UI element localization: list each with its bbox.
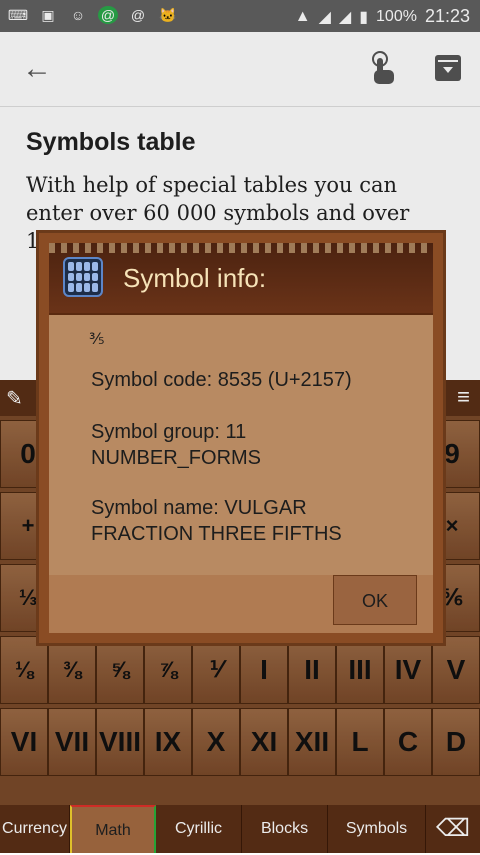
calculator-icon xyxy=(63,257,103,297)
symbol-group-line2: NUMBER_FORMS xyxy=(91,447,262,469)
symbol-name-line2: FRACTION THREE FIFTHS xyxy=(91,523,342,545)
dialog-header: Symbol info: xyxy=(47,241,435,313)
dialog-title: Symbol info: xyxy=(123,263,267,293)
symbol-code: Symbol code: 8535 (U+2157) xyxy=(91,369,352,391)
dialog-content: ⅗ Symbol code: 8535 (U+2157) Symbol grou… xyxy=(47,313,435,575)
symbol-preview: ⅗ xyxy=(89,331,105,348)
symbol-info-dialog: Symbol info: ⅗ Symbol code: 8535 (U+2157… xyxy=(36,230,446,646)
ok-button[interactable]: OK xyxy=(333,575,417,625)
symbol-group-line1: Symbol group: 11 xyxy=(91,421,247,443)
symbol-name-line1: Symbol name: VULGAR xyxy=(91,497,307,519)
